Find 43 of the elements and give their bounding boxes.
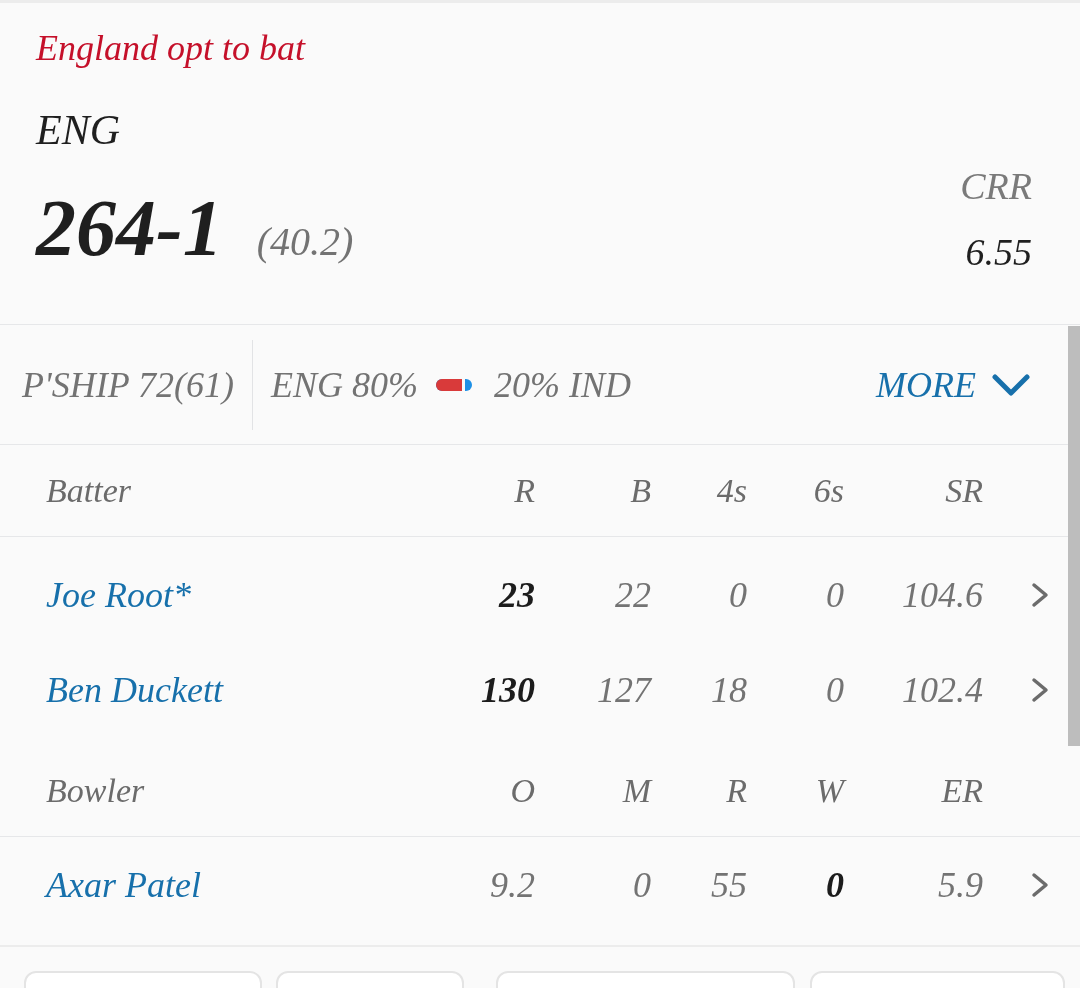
partnership-text: P'SHIP 72(61) [22,363,234,407]
column-header: R [726,770,747,811]
win-probability-label: 20% IND [494,363,631,407]
table-cell-text: 104.6 [902,573,983,617]
column-header: SR [945,470,983,511]
chevron-right-icon[interactable] [1030,675,1050,704]
chevron-right-icon[interactable] [1030,580,1050,609]
chevron-right-icon[interactable] [1030,871,1050,899]
team-name: ENG [36,106,120,154]
column-header: Bowler [46,770,145,811]
table-cell-text: 55 [711,864,747,907]
toss-message: England opt to bat [36,27,305,70]
player-name-link[interactable]: Joe Root* [46,572,191,617]
table-cell-text: 22 [615,573,651,617]
column-header: R [514,470,535,511]
player-name-link[interactable]: Ben Duckett [46,667,223,712]
player-name-link[interactable]: Axar Patel [46,863,201,907]
table-cell-text: 18 [711,668,747,712]
table-cell-text: 23 [499,573,535,617]
table-cell-text: 130 [481,668,535,712]
win-probability-label: ENG 80% [271,363,418,407]
column-header: 6s [813,470,844,511]
column-header: O [510,770,535,811]
run-rate-value: 6.55 [965,230,1032,274]
column-header: 4s [716,470,747,511]
table-cell-text: 0 [633,864,651,907]
overs-count: (40.2) [256,218,354,266]
column-header: Batter [46,470,131,511]
table-cell-text: 9.2 [490,864,535,907]
table-cell-text: 5.9 [938,864,983,907]
scrollbar[interactable] [1068,326,1080,746]
table-cell-text: 0 [826,668,844,712]
table-cell-text: 0 [729,573,747,617]
run-rate-label: CRR [960,164,1032,208]
more-button[interactable]: MORE [876,362,1030,407]
column-header: M [622,770,651,811]
table-cell-text: 127 [597,668,651,712]
table-cell-text: 102.4 [902,668,983,712]
column-header: B [630,470,651,511]
table-cell-text: 0 [826,864,844,907]
column-header: ER [941,770,983,811]
table-cell-text: 0 [826,573,844,617]
team-score: 264-1 [36,188,223,268]
